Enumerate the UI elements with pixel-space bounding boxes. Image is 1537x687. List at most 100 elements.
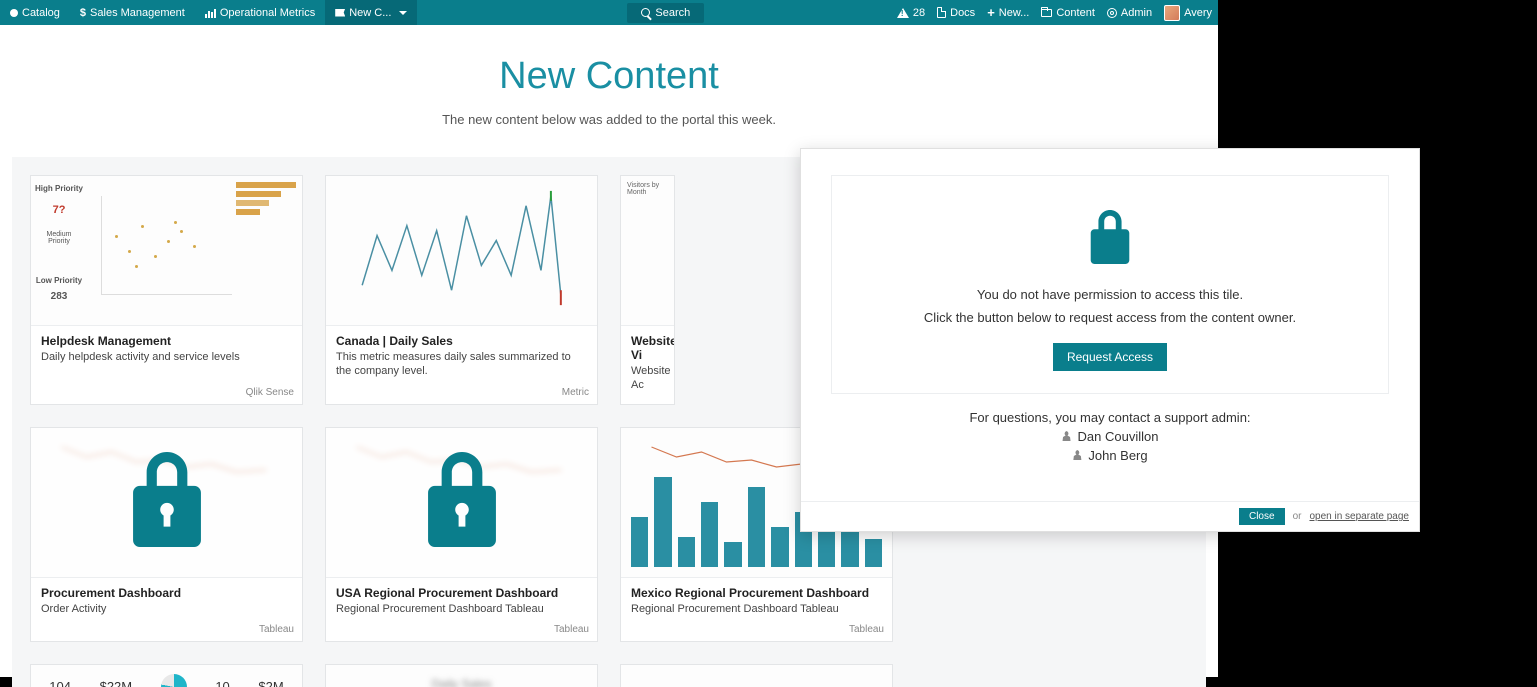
card-title: Canada | Daily Sales <box>336 334 587 348</box>
card-body: Procurement Dashboard Order Activity <box>31 578 302 622</box>
card-thumb <box>326 176 597 326</box>
kpi-value: $22M <box>100 679 133 687</box>
warning-icon <box>897 8 909 18</box>
nav-content[interactable]: Content <box>1035 0 1101 25</box>
nav-left-group: Catalog Sales Management Operational Met… <box>0 0 417 25</box>
nav-sales-management[interactable]: Sales Management <box>70 0 195 25</box>
card-thumb <box>326 428 597 578</box>
card-website[interactable]: Visitors by Month Website Vi Website Ac <box>620 175 675 405</box>
contact-name: Dan Couvillon <box>1078 429 1159 444</box>
card-body: Helpdesk Management Daily helpdesk activ… <box>31 326 302 385</box>
separator: or <box>1293 511 1302 522</box>
lock-icon <box>419 452 504 552</box>
card-usa-regional[interactable]: USA Regional Procurement Dashboard Regio… <box>325 427 598 642</box>
nav-admin[interactable]: Admin <box>1101 0 1158 25</box>
card-thumb: 104 $22M 10 $2M <box>31 665 302 687</box>
dialog-card: You do not have permission to access thi… <box>831 175 1389 394</box>
nav-label: Catalog <box>22 7 60 19</box>
card-procurement[interactable]: Procurement Dashboard Order Activity Tab… <box>30 427 303 642</box>
dollar-icon <box>80 7 86 19</box>
blurred-text: Daily Sales <box>326 665 597 687</box>
bars-icon <box>205 8 216 18</box>
nav-label: New C... <box>349 7 391 19</box>
thumb-label-high: High Priority <box>35 184 83 193</box>
page-title: New Content <box>0 55 1218 98</box>
circle-icon <box>10 9 18 17</box>
card-thumb: Visitors by Month <box>621 176 674 326</box>
folder-icon <box>1041 9 1052 17</box>
contact-intro: For questions, you may contact a support… <box>969 410 1250 425</box>
kpi-value: 10 <box>215 679 229 687</box>
card-source: Metric <box>326 385 597 404</box>
nav-label: Docs <box>950 7 975 19</box>
dialog-footer: Close or open in separate page <box>801 501 1419 531</box>
card-desc: Regional Procurement Dashboard Tableau <box>631 602 882 616</box>
kpi-value: 104 <box>49 679 71 687</box>
scatter-plot <box>101 196 232 295</box>
gear-icon <box>1107 8 1117 18</box>
page-header: New Content The new content below was ad… <box>0 25 1218 145</box>
card-source: Tableau <box>326 622 597 641</box>
page-subtitle: The new content below was added to the p… <box>0 112 1218 127</box>
card-desc: This metric measures daily sales summari… <box>336 350 587 379</box>
contact-name: John Berg <box>1088 448 1147 463</box>
kpi-row: 104 $22M 10 $2M <box>31 665 302 687</box>
open-separate-link[interactable]: open in separate page <box>1309 511 1409 522</box>
plus-icon <box>987 5 995 20</box>
card-title: Website Vi <box>631 334 664 362</box>
lock-icon <box>124 452 209 552</box>
contact-row: John Berg <box>969 448 1250 463</box>
nav-catalog[interactable]: Catalog <box>0 0 70 25</box>
nav-new[interactable]: New... <box>981 0 1035 25</box>
card-thumb: High Priority 7? Medium Priority Low Pri… <box>31 176 302 326</box>
nav-user[interactable]: Avery <box>1158 0 1218 25</box>
card-body: Website Vi Website Ac <box>621 326 674 404</box>
card-canada-sales[interactable]: Canada | Daily Sales This metric measure… <box>325 175 598 405</box>
request-access-button[interactable]: Request Access <box>1053 343 1167 371</box>
thumb-stat: 283 <box>35 291 83 302</box>
line-chart <box>326 176 597 325</box>
card-thumb <box>621 665 892 687</box>
card-helpdesk[interactable]: High Priority 7? Medium Priority Low Pri… <box>30 175 303 405</box>
nav-label: Operational Metrics <box>220 7 315 19</box>
nav-operational-metrics[interactable]: Operational Metrics <box>195 0 325 25</box>
card-source: Tableau <box>621 622 892 641</box>
thumb-metric: 7? <box>35 204 83 216</box>
doc-icon <box>937 7 946 18</box>
top-navbar: Catalog Sales Management Operational Met… <box>0 0 1218 25</box>
thumb-label-med: Medium Priority <box>35 231 83 245</box>
search-label: Search <box>655 7 690 19</box>
thumb-label-low: Low Priority <box>35 276 83 285</box>
card-thumb: Daily Sales <box>326 665 597 687</box>
close-button[interactable]: Close <box>1239 508 1285 525</box>
card-body: USA Regional Procurement Dashboard Regio… <box>326 578 597 622</box>
card-thumb <box>31 428 302 578</box>
card-title: USA Regional Procurement Dashboard <box>336 586 587 600</box>
card-body: Canada | Daily Sales This metric measure… <box>326 326 597 385</box>
kpi-value: $2M <box>258 679 283 687</box>
thumb-label: Visitors by Month <box>627 182 667 196</box>
card-desc: Regional Procurement Dashboard Tableau <box>336 602 587 616</box>
pie-icon <box>161 674 187 687</box>
card-blur[interactable]: Daily Sales <box>325 664 598 687</box>
nav-docs[interactable]: Docs <box>931 0 981 25</box>
chevron-down-icon <box>399 11 407 15</box>
nav-alerts[interactable]: 28 <box>891 0 931 25</box>
hidden-cell <box>915 664 1188 687</box>
nav-right-group: 28 Docs New... Content Admin Avery <box>891 0 1218 25</box>
permission-dialog: You do not have permission to access thi… <box>800 148 1420 532</box>
card-kpi[interactable]: 104 $22M 10 $2M <box>30 664 303 687</box>
card-title: Mexico Regional Procurement Dashboard <box>631 586 882 600</box>
lock-icon <box>852 210 1368 269</box>
card-stacked[interactable] <box>620 664 893 687</box>
alert-count: 28 <box>913 7 925 19</box>
nav-label: Admin <box>1121 7 1152 19</box>
search-button[interactable]: Search <box>627 3 704 23</box>
flag-icon <box>335 9 345 17</box>
nav-label: Sales Management <box>90 7 185 19</box>
dialog-contacts: For questions, you may contact a support… <box>969 410 1250 463</box>
person-icon <box>1072 448 1082 463</box>
nav-new-content-tab[interactable]: New C... <box>325 0 417 25</box>
contact-row: Dan Couvillon <box>969 429 1250 444</box>
search-icon <box>641 8 650 17</box>
